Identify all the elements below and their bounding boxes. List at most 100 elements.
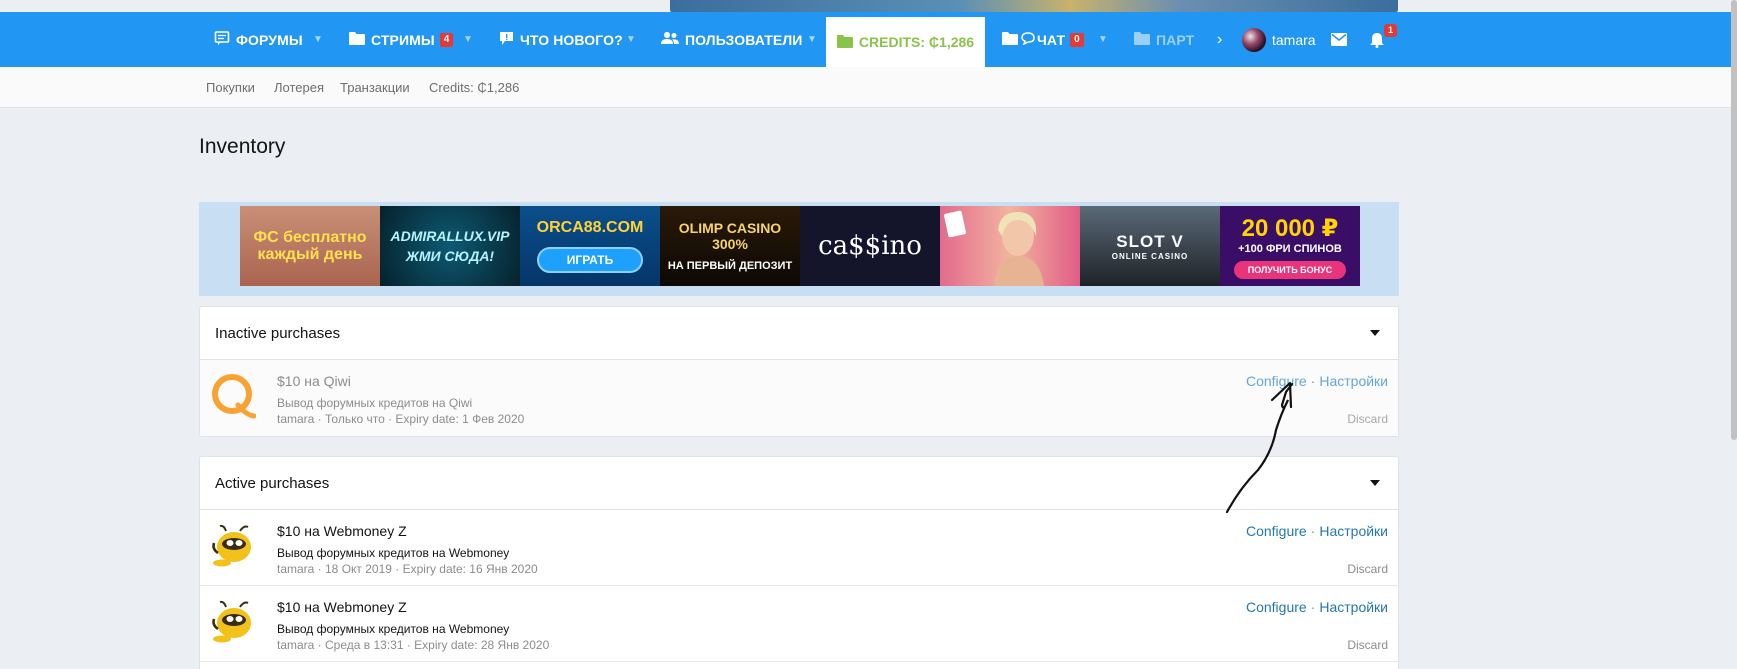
purchase-actions: Configure · Настройки <box>1245 599 1388 615</box>
list-item: $10 на Webmoney Z Вывод форумных кредито… <box>200 586 1398 662</box>
ad-subtext: +100 ФРИ СПИНОВ <box>1238 242 1342 255</box>
folder-icon <box>1134 31 1150 48</box>
ad-person-image <box>944 210 1044 286</box>
ad-banner[interactable]: ORCA88.COM ИГРАТЬ <box>520 206 660 286</box>
nav-partners[interactable]: ПАРТ <box>1134 12 1194 67</box>
nav-whats-new-label: ЧТО НОВОГО? <box>520 31 623 48</box>
chat-count-badge: 0 <box>1070 32 1084 47</box>
folder-icon <box>349 31 365 48</box>
nav-credits-label: CREDITS: ₵1,286 <box>858 34 975 50</box>
streams-count-badge: 4 <box>439 32 454 47</box>
subnav-transactions[interactable]: Транзакции <box>340 67 410 108</box>
ad-banner[interactable]: 20 000 ₽ +100 ФРИ СПИНОВ ПОЛУЧИТЬ БОНУС <box>1220 206 1360 286</box>
ad-text: ORCA88.COM <box>536 219 644 236</box>
nav-whats-new[interactable]: ЧТО НОВОГО? <box>499 12 623 67</box>
users-icon <box>661 31 679 48</box>
settings-link[interactable]: Настройки <box>1319 523 1388 539</box>
ad-banner-image[interactable] <box>940 206 1080 286</box>
ad-banner[interactable]: OLIMP CASINO 300% НА ПЕРВЫЙ ДЕПОЗИТ <box>660 206 800 286</box>
nav-scroll-right-icon[interactable]: › <box>1217 12 1222 67</box>
folder-icon <box>836 34 853 51</box>
avatar <box>1242 27 1266 52</box>
list-item: $10 на Webmoney Z Вывод форумных кредито… <box>200 510 1398 586</box>
ad-banner[interactable]: ФС бесплатно каждый день <box>240 206 380 286</box>
nav-chat-label: ЧАТ <box>1037 31 1066 48</box>
chevron-down-icon[interactable]: ▼ <box>463 12 473 67</box>
list-item: $10 на Qiwi Вывод форумных кредитов на Q… <box>200 360 1398 436</box>
nav-users-label: ПОЛЬЗОВАТЕЛИ <box>685 31 803 48</box>
page-scrollbar[interactable] <box>1731 0 1737 440</box>
username: tamara <box>1272 31 1316 48</box>
bell-icon[interactable] <box>1370 12 1384 67</box>
nav-partners-label: ПАРТ <box>1156 31 1195 48</box>
inactive-purchases-title: Inactive purchases <box>215 324 341 342</box>
purchase-actions: Configure · Настройки <box>1245 373 1388 389</box>
ad-button: ПОЛУЧИТЬ БОНУС <box>1233 260 1347 279</box>
active-purchases-block: Active purchases $10 на Webmoney Z Вывод… <box>199 456 1399 669</box>
ad-text: 20 000 ₽ <box>1241 214 1339 242</box>
settings-link[interactable]: Настройки <box>1319 599 1388 615</box>
subnav-purchases[interactable]: Покупки <box>206 67 255 108</box>
chevron-down-icon[interactable]: ▼ <box>313 12 323 67</box>
inactive-purchases-block: Inactive purchases $10 на Qiwi Вывод фор… <box>199 306 1399 437</box>
chevron-down-icon[interactable]: ▼ <box>1098 12 1108 67</box>
qiwi-icon <box>210 373 257 419</box>
purchase-title: $10 на Qiwi <box>277 373 351 389</box>
inactive-purchases-header[interactable]: Inactive purchases <box>200 307 1398 360</box>
configure-link[interactable]: Configure <box>1246 373 1307 389</box>
ad-subtext: НА ПЕРВЫЙ ДЕПОЗИТ <box>667 260 793 272</box>
configure-link[interactable]: Configure <box>1246 599 1307 615</box>
nav-chat[interactable]: ЧАТ 0 <box>1002 12 1084 67</box>
purchase-description: Вывод форумных кредитов на Webmoney <box>277 546 510 560</box>
page-title: Inventory <box>199 135 286 158</box>
comment-icon <box>499 31 514 49</box>
purchase-actions: Configure · Настройки <box>1245 523 1388 539</box>
purchase-meta: tamara · 18 Окт 2019 · Expiry date: 16 Я… <box>277 562 538 576</box>
purchase-title: $10 на Webmoney Z <box>277 523 407 539</box>
ad-banner[interactable]: SLOT V ONLINE CASINO <box>1080 206 1220 286</box>
forum-icon <box>214 30 230 49</box>
collapse-caret-icon[interactable] <box>1370 330 1380 336</box>
ad-banner[interactable]: ADMIRALLUX.VIP ЖМИ СЮДА! <box>380 206 520 286</box>
chevron-down-icon[interactable]: ▼ <box>807 12 817 67</box>
purchase-meta: tamara · Среда в 13:31 · Expiry date: 28… <box>277 638 550 652</box>
discard-link[interactable]: Discard <box>1347 638 1388 652</box>
notifications-badge: 1 <box>1384 24 1398 37</box>
collapse-caret-icon[interactable] <box>1370 480 1380 486</box>
user-menu[interactable]: tamara <box>1242 12 1316 67</box>
nav-streams[interactable]: СТРИМЫ 4 <box>349 12 454 67</box>
purchase-description: Вывод форумных кредитов на Webmoney <box>277 622 510 636</box>
chat-icon <box>1021 31 1035 48</box>
nav-streams-label: СТРИМЫ <box>371 31 435 48</box>
purchase-title: $10 на Webmoney Z <box>277 599 407 615</box>
webmoney-icon <box>210 523 256 569</box>
nav-credits-tab[interactable]: CREDITS: ₵1,286 <box>826 17 985 67</box>
top-ad-banner[interactable] <box>670 0 1398 12</box>
active-purchases-header[interactable]: Active purchases <box>200 457 1398 510</box>
ad-text: ADMIRALLUX.VIP ЖМИ СЮДА! <box>390 228 510 264</box>
folder-icon <box>1002 31 1018 48</box>
ad-text: SLOT V <box>1116 231 1184 251</box>
ad-button: ИГРАТЬ <box>536 247 644 273</box>
nav-users[interactable]: ПОЛЬЗОВАТЕЛИ <box>661 12 802 67</box>
subnav-lottery[interactable]: Лотерея <box>274 67 324 108</box>
ad-text: ca$$ino <box>818 231 922 261</box>
purchase-meta: tamara · Только что · Expiry date: 1 Фев… <box>277 412 525 426</box>
ad-text: OLIMP CASINO 300% <box>678 220 782 252</box>
ad-banner[interactable]: ca$$ino <box>800 206 940 286</box>
ad-subtext: ONLINE CASINO <box>1111 251 1189 261</box>
chevron-down-icon[interactable]: ▼ <box>626 12 636 67</box>
nav-forums-label: ФОРУМЫ <box>236 31 303 48</box>
active-purchases-title: Active purchases <box>215 474 330 492</box>
purchase-description: Вывод форумных кредитов на Qiwi <box>277 396 473 410</box>
nav-forums[interactable]: ФОРУМЫ <box>214 12 303 67</box>
discard-link[interactable]: Discard <box>1347 412 1388 426</box>
mail-icon[interactable] <box>1331 12 1347 67</box>
settings-link[interactable]: Настройки <box>1319 373 1388 389</box>
webmoney-icon <box>210 599 256 645</box>
ad-text: ФС бесплатно каждый день <box>253 229 367 263</box>
configure-link[interactable]: Configure <box>1246 523 1307 539</box>
subnav-credits[interactable]: Credits: ₵1,286 <box>429 67 519 108</box>
discard-link[interactable]: Discard <box>1347 562 1388 576</box>
sub-navigation <box>0 67 1737 108</box>
